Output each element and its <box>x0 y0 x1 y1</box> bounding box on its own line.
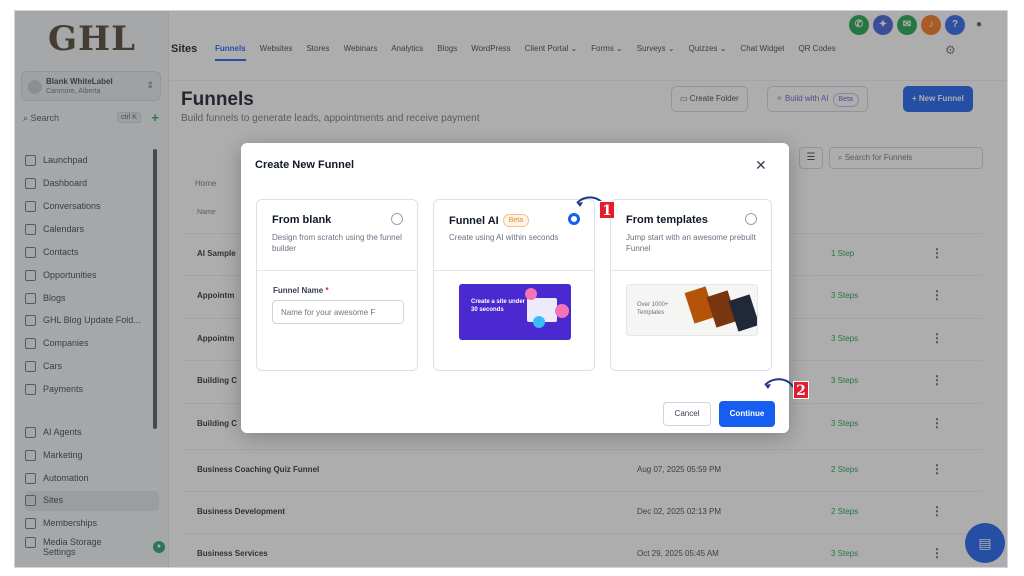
annotation-arrows <box>576 196 794 389</box>
annotation-marker-2: 2 <box>793 381 809 399</box>
annotation-marker-1: 1 <box>599 201 615 219</box>
app-window: GHL Blank WhiteLabel Canmore, Alberta ⇕ … <box>14 10 1008 568</box>
